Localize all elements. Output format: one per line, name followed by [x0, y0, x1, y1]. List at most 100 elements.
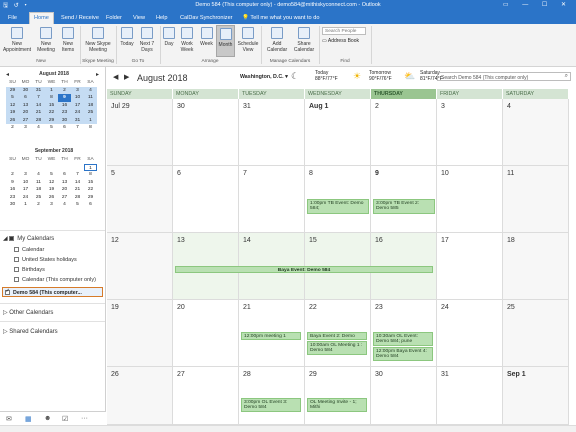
demo-584-calendar-item[interactable]: Demo 584 (This computer... — [2, 287, 103, 297]
day-cell[interactable]: 30 — [173, 99, 239, 166]
day-cell[interactable]: Jul 29 — [107, 99, 173, 166]
checkbox-icon[interactable] — [14, 257, 19, 262]
mini-cal-day[interactable]: 7 — [32, 94, 45, 102]
work-week-view-button[interactable]: Work Week — [177, 27, 197, 53]
day-cell[interactable]: 26 — [107, 367, 173, 425]
my-calendars-group[interactable]: ◢ My Calendars — [3, 235, 54, 242]
calendar-item[interactable]: Calendar — [14, 247, 44, 253]
calendar-event[interactable]: 10:00am OL Meeting 1 : Demo 584 — [307, 341, 367, 355]
day-cell[interactable]: 5 — [107, 166, 173, 233]
mini-cal-day[interactable]: 17 — [19, 186, 32, 194]
day-cell[interactable]: 11 — [503, 166, 569, 233]
mini-cal-day[interactable]: 8 — [45, 94, 58, 102]
mini-cal-day[interactable] — [19, 164, 32, 172]
mini-cal-day[interactable]: 18 — [32, 186, 45, 194]
day-cell[interactable]: 7 — [239, 166, 305, 233]
mini-cal-day[interactable]: 1 — [84, 163, 97, 171]
next-month-icon[interactable]: ▶ — [124, 73, 129, 81]
tab-folder[interactable]: Folder — [106, 13, 122, 24]
add-calendar-button[interactable]: Add Calendar — [264, 27, 290, 53]
mini-cal-day[interactable]: 26 — [6, 116, 19, 124]
mini-cal-day[interactable]: 24 — [71, 109, 84, 117]
day-cell[interactable]: 27 — [173, 367, 239, 425]
next-7-days-button[interactable]: Next 7 Days — [137, 27, 157, 53]
mini-cal-day[interactable]: 10 — [71, 94, 84, 102]
mini-cal-day[interactable]: 7 — [71, 124, 84, 132]
mini-cal-day[interactable]: 1 — [45, 86, 58, 94]
mini-cal-day[interactable]: 1 — [84, 116, 97, 124]
mini-cal-day[interactable]: 9 — [58, 94, 71, 102]
week-view-button[interactable]: Week — [198, 27, 215, 47]
mini-cal-day[interactable]: 21 — [32, 109, 45, 117]
mini-cal-day[interactable] — [6, 164, 19, 172]
calendar-event[interactable]: 1:00pm TB Event: Demo 584; — [307, 199, 369, 214]
day-cell[interactable]: 31 — [437, 367, 503, 425]
weather-location[interactable]: Washington, D.C. ▾ — [240, 74, 288, 80]
mini-cal-day[interactable]: 30 — [6, 201, 19, 209]
mini-cal-day[interactable]: 16 — [6, 186, 19, 194]
calendar-local-item[interactable]: Calendar (This computer only) — [14, 277, 96, 283]
day-cell[interactable]: 6 — [173, 166, 239, 233]
mini-cal-day[interactable]: 14 — [71, 179, 84, 187]
calendar-event[interactable]: 12:00pm Baya Event 4: Demo 584 — [373, 347, 433, 361]
mini-cal-day[interactable]: 2 — [6, 124, 19, 132]
day-cell[interactable]: 31 — [239, 99, 305, 166]
calendar-event[interactable]: Baya Event 2: Demo 584 — [307, 332, 367, 340]
mini-cal-day[interactable]: 6 — [84, 201, 97, 209]
search-people-input[interactable]: Search People — [322, 27, 366, 35]
tab-view[interactable]: View — [133, 13, 145, 24]
day-cell[interactable]: 17 — [437, 233, 503, 300]
new-items-button[interactable]: New Items — [58, 27, 78, 53]
mini-cal-day[interactable]: 4 — [32, 171, 45, 179]
mini-cal-day[interactable]: 26 — [45, 194, 58, 202]
mini-cal-day[interactable]: 5 — [45, 171, 58, 179]
mini-cal-day[interactable]: 6 — [58, 171, 71, 179]
mini-cal-day[interactable]: 1 — [19, 201, 32, 209]
day-cell[interactable]: 19 — [107, 300, 173, 367]
mini-cal-day[interactable]: 25 — [84, 109, 97, 117]
mini-cal-day[interactable]: 8 — [84, 171, 97, 179]
calendar-event[interactable]: OL Meeting Invite - 1; Mithi — [307, 398, 367, 412]
mini-cal-day[interactable] — [32, 164, 45, 172]
mini-cal-day[interactable]: 23 — [6, 194, 19, 202]
new-meeting-button[interactable]: New Meeting — [35, 27, 57, 53]
mini-cal-day[interactable]: 5 — [71, 201, 84, 209]
mini-cal-day[interactable]: 6 — [19, 94, 32, 102]
day-cell[interactable]: 3 — [437, 99, 503, 166]
mini-cal-day[interactable]: 27 — [19, 116, 32, 124]
mini-cal-day[interactable] — [45, 164, 58, 172]
tab-file[interactable]: File — [8, 13, 17, 24]
share-calendar-button[interactable]: Share Calendar — [291, 27, 317, 53]
tab-help[interactable]: Help — [156, 13, 168, 24]
mini-cal-day[interactable]: 13 — [19, 101, 32, 109]
day-cell[interactable]: 12 — [107, 233, 173, 300]
shared-calendars-group[interactable]: ▷ Shared Calendars — [3, 328, 58, 335]
mini-cal-day[interactable]: 7 — [71, 171, 84, 179]
mini-cal-day[interactable] — [71, 164, 84, 172]
day-cell[interactable]: 28 — [239, 367, 305, 425]
mini-cal-day[interactable]: 14 — [32, 101, 45, 109]
day-cell[interactable]: 29 — [305, 367, 371, 425]
calendar-event[interactable]: 10:30am OL Event: Demo 584; pune — [373, 332, 433, 346]
mini-cal-day[interactable]: 12 — [6, 101, 19, 109]
tab-send-receive[interactable]: Send / Receive — [61, 13, 99, 24]
calendar-event[interactable]: 12:00pm meeting 1 — [241, 332, 301, 340]
calendar-icon[interactable]: ▦ — [25, 415, 32, 423]
checkbox-icon[interactable] — [14, 277, 19, 282]
day-view-button[interactable]: Day — [162, 27, 176, 47]
day-cell[interactable]: 2 — [371, 99, 437, 166]
day-cell[interactable]: 20 — [173, 300, 239, 367]
mini-cal-day[interactable]: 2 — [32, 201, 45, 209]
mini-cal-day[interactable]: 3 — [19, 171, 32, 179]
day-cell[interactable]: 4 — [503, 99, 569, 166]
mini-cal-day[interactable]: 24 — [19, 194, 32, 202]
prev-month-icon[interactable]: ◀ — [113, 73, 118, 81]
mini-cal-day[interactable]: 29 — [45, 116, 58, 124]
mini-cal-day[interactable]: 2 — [58, 86, 71, 94]
window-controls[interactable]: ▭ — ☐ ✕ — [503, 1, 572, 8]
mini-cal-day[interactable]: 13 — [58, 179, 71, 187]
mini-cal-day[interactable]: 16 — [58, 101, 71, 109]
mini-cal-day[interactable]: 21 — [71, 186, 84, 194]
mini-cal-day[interactable]: 15 — [45, 101, 58, 109]
mini-cal-day[interactable]: 17 — [71, 101, 84, 109]
